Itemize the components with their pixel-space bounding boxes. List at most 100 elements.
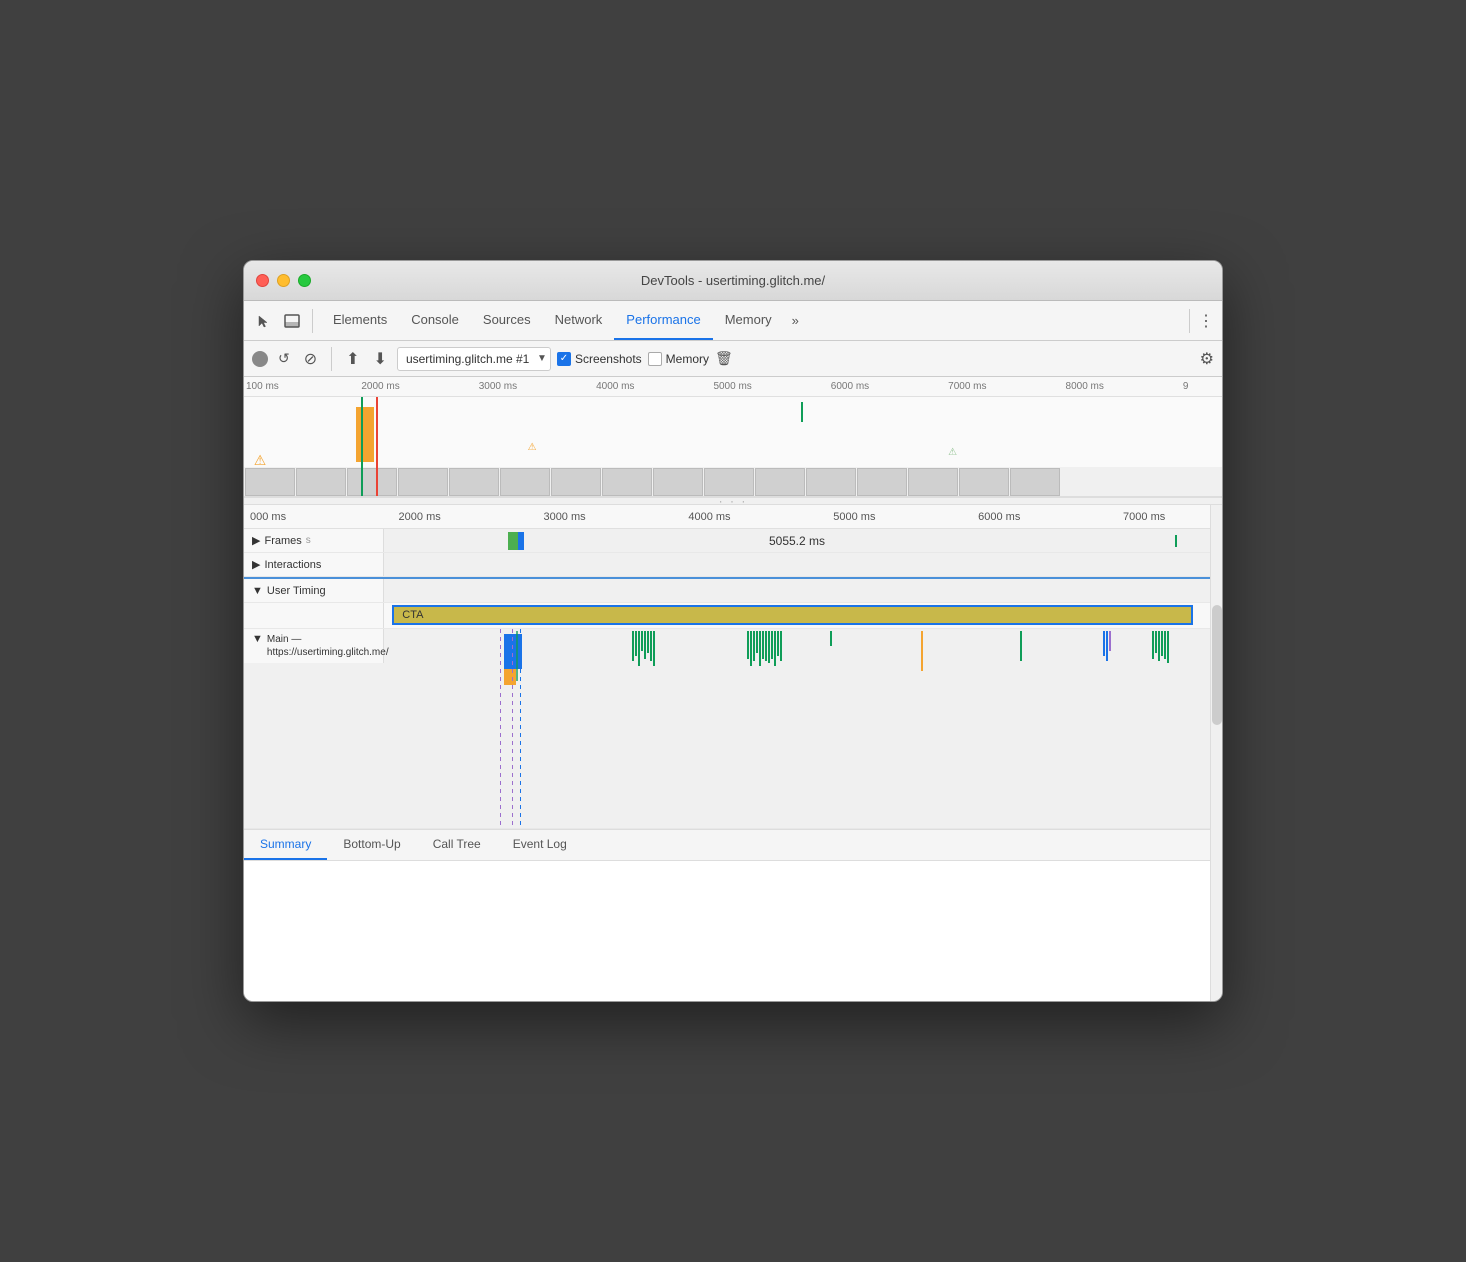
user-timing-content [384,579,1210,603]
user-timing-row: ▼ User Timing [244,579,1210,603]
overview-charts[interactable]: ⚠ ⚠ ⚠ [244,397,1222,497]
interactions-text: Interactions [264,559,321,571]
green-cluster2 [747,631,782,666]
clear-icon[interactable]: ⊘ [300,347,321,371]
red-timeline-marker [376,397,378,497]
user-timing-label[interactable]: ▼ User Timing [244,579,384,602]
tm-3000: 3000 ms [479,381,517,392]
screenshot-thumb [500,468,550,496]
upload-icon[interactable]: ⬆ [342,347,363,371]
memory-checkbox[interactable]: Memory [648,352,709,366]
tab-summary[interactable]: Summary [244,830,327,860]
main-arrow: ▼ [252,633,263,645]
main-dashed-v3 [520,629,521,829]
tab-event-log[interactable]: Event Log [497,830,583,860]
cpu-spike [356,407,374,462]
screenshot-thumb [755,468,805,496]
frames-content: 5055.2 ms [384,529,1210,553]
main-dashed-v1 [500,629,501,829]
interactions-label[interactable]: ▶ Interactions [244,553,384,576]
flame-chart-area: 000 ms 2000 ms 3000 ms 4000 ms 5000 ms 6… [244,505,1210,1001]
small-warning: ⚠ [948,447,957,458]
main-green-v1 [516,631,518,681]
m-tm-3000: 3000 ms [543,511,585,523]
screenshots-strip [244,467,1222,497]
frames-text: Frames [264,535,301,547]
cta-content: CTA [384,603,1210,628]
green-timeline-marker [361,397,363,497]
download-icon[interactable]: ⬇ [370,347,391,371]
sep3 [331,347,332,371]
frames-row: ▶ Frames s 5055.2 ms [244,529,1210,553]
tab-network[interactable]: Network [543,301,615,340]
close-button[interactable] [256,274,269,287]
main-content: 000 ms 2000 ms 3000 ms 4000 ms 5000 ms 6… [244,505,1222,1001]
m-tm-4000: 4000 ms [688,511,730,523]
screenshot-thumb [857,468,907,496]
scrollbar-thumb[interactable] [1212,605,1222,725]
tab-bottom-up[interactable]: Bottom-Up [327,830,416,860]
minimize-button[interactable] [277,274,290,287]
more-tabs[interactable]: » [784,313,807,328]
m-tm-7000: 7000 ms [1123,511,1165,523]
green-cluster1 [632,631,655,666]
screenshots-checked-icon: ✓ [557,352,571,366]
overview-time-ruler: 100 ms 2000 ms 3000 ms 4000 ms 5000 ms 6… [244,377,1222,397]
delete-icon[interactable]: 🗑 [715,350,733,367]
screenshot-thumb [551,468,601,496]
kebab-menu[interactable]: ⋮ [1198,311,1214,331]
bottom-tabs: Summary Bottom-Up Call Tree Event Log [244,829,1210,861]
main-dashed-v2 [512,629,513,829]
dock-icon[interactable] [280,309,304,333]
record-button[interactable] [252,351,268,367]
profile-select[interactable]: usertiming.glitch.me #1 [397,347,551,371]
settings-icon[interactable]: ⚙ [1200,349,1214,369]
traffic-lights [256,274,311,287]
tab-elements[interactable]: Elements [321,301,399,340]
screenshot-thumb [806,468,856,496]
cursor-icon[interactable] [252,309,276,333]
tab-sources[interactable]: Sources [471,301,543,340]
tab-call-tree[interactable]: Call Tree [417,830,497,860]
frames-right-mark [1175,535,1177,547]
screenshots-label: Screenshots [575,352,642,366]
interactions-row: ▶ Interactions [244,553,1210,577]
screenshot-thumb [449,468,499,496]
profile-select-wrapper: usertiming.glitch.me #1 ▼ [397,347,551,371]
frames-arrow: ▶ [252,534,260,547]
frames-suffix: s [306,535,311,546]
screenshot-thumb [959,468,1009,496]
frames-center-text: 5055.2 ms [769,534,825,548]
screenshot-thumb [653,468,703,496]
resize-handle[interactable]: · · · [244,497,1222,505]
title-bar: DevTools - usertiming.glitch.me/ [244,261,1222,301]
frames-label[interactable]: ▶ Frames s [244,529,384,552]
tm-8000: 8000 ms [1066,381,1104,392]
tab-performance[interactable]: Performance [614,301,712,340]
memory-check-icon [648,352,662,366]
interactions-arrow: ▶ [252,558,260,571]
screenshot-thumb [704,468,754,496]
main-label[interactable]: ▼ Main — https://usertiming.glitch.me/ [244,629,384,663]
main-orange-v [921,631,923,671]
screenshot-thumb [602,468,652,496]
main-text: Main — https://usertiming.glitch.me/ [267,633,389,659]
interactions-content [384,553,1210,577]
tab-memory[interactable]: Memory [713,301,784,340]
tab-console[interactable]: Console [399,301,471,340]
tm-100: 100 ms [246,381,279,392]
reload-icon[interactable]: ↺ [274,348,294,369]
overview-section: 100 ms 2000 ms 3000 ms 4000 ms 5000 ms 6… [244,377,1222,497]
screenshots-checkbox[interactable]: ✓ Screenshots [557,352,642,366]
cta-bar[interactable]: CTA [392,605,1193,625]
scrollbar[interactable] [1210,505,1222,1001]
maximize-button[interactable] [298,274,311,287]
green-mark2 [801,402,803,422]
tm-9xxx: 9 [1183,381,1189,392]
screenshot-thumb [1010,468,1060,496]
tm-5000: 5000 ms [713,381,751,392]
warning-icon2: ⚠ [528,442,537,453]
main-green-mid [1020,631,1022,661]
separator [312,309,313,333]
memory-label: Memory [666,352,709,366]
